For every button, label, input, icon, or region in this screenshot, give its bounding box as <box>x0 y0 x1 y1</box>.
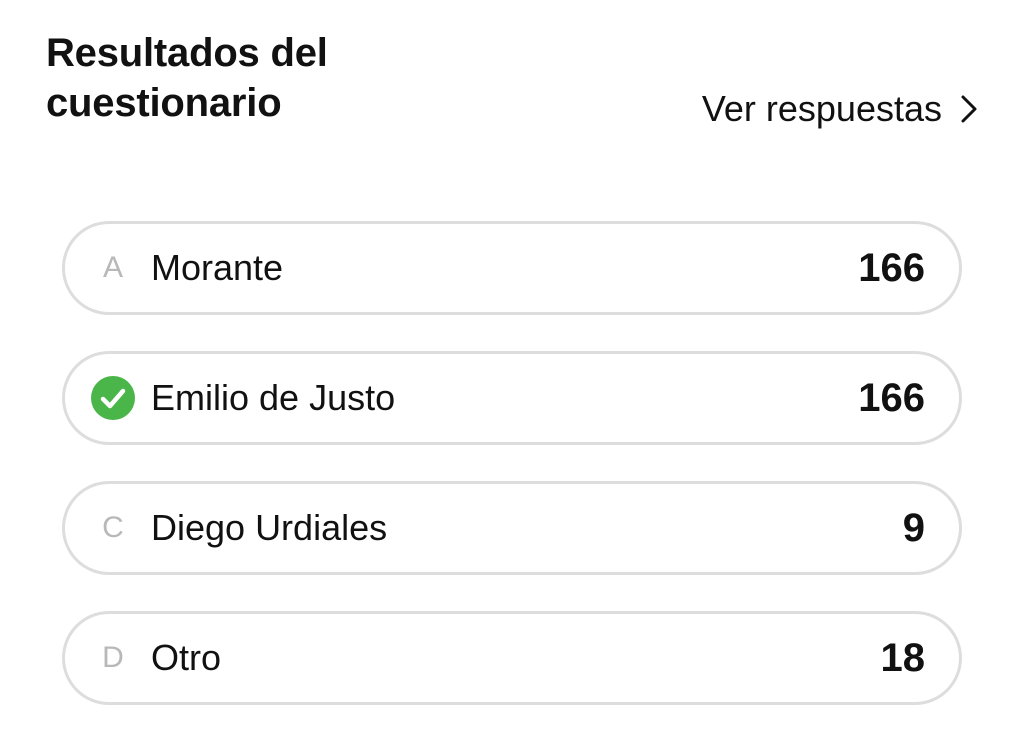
option-label: Emilio de Justo <box>151 377 396 418</box>
option-d[interactable]: D Otro 18 <box>62 611 962 705</box>
option-count: 166 <box>858 246 925 290</box>
option-count: 9 <box>902 506 925 550</box>
option-count: 166 <box>858 376 925 420</box>
option-label: Morante <box>151 247 284 288</box>
page-title: Resultados del cuestionario <box>46 31 328 125</box>
options-list: A Morante 166 Emilio de Justo 166 C Dieg… <box>62 221 962 741</box>
view-answers-link[interactable]: Ver respuestas <box>702 86 978 132</box>
option-letter: C <box>102 511 124 544</box>
quiz-results-page: Resultados del cuestionario Ver respuest… <box>0 0 1024 748</box>
option-letter: A <box>102 251 123 284</box>
option-letter: D <box>102 641 124 674</box>
option-label: Otro <box>151 637 222 678</box>
option-c[interactable]: C Diego Urdiales 9 <box>62 481 962 575</box>
option-label: Diego Urdiales <box>151 507 388 548</box>
view-answers-label: Ver respuestas <box>701 88 942 129</box>
chevron-right-icon <box>960 94 978 124</box>
option-count: 18 <box>880 636 926 680</box>
option-b[interactable]: Emilio de Justo 166 <box>62 351 962 445</box>
check-circle-icon <box>91 376 135 420</box>
option-a[interactable]: A Morante 166 <box>62 221 962 315</box>
